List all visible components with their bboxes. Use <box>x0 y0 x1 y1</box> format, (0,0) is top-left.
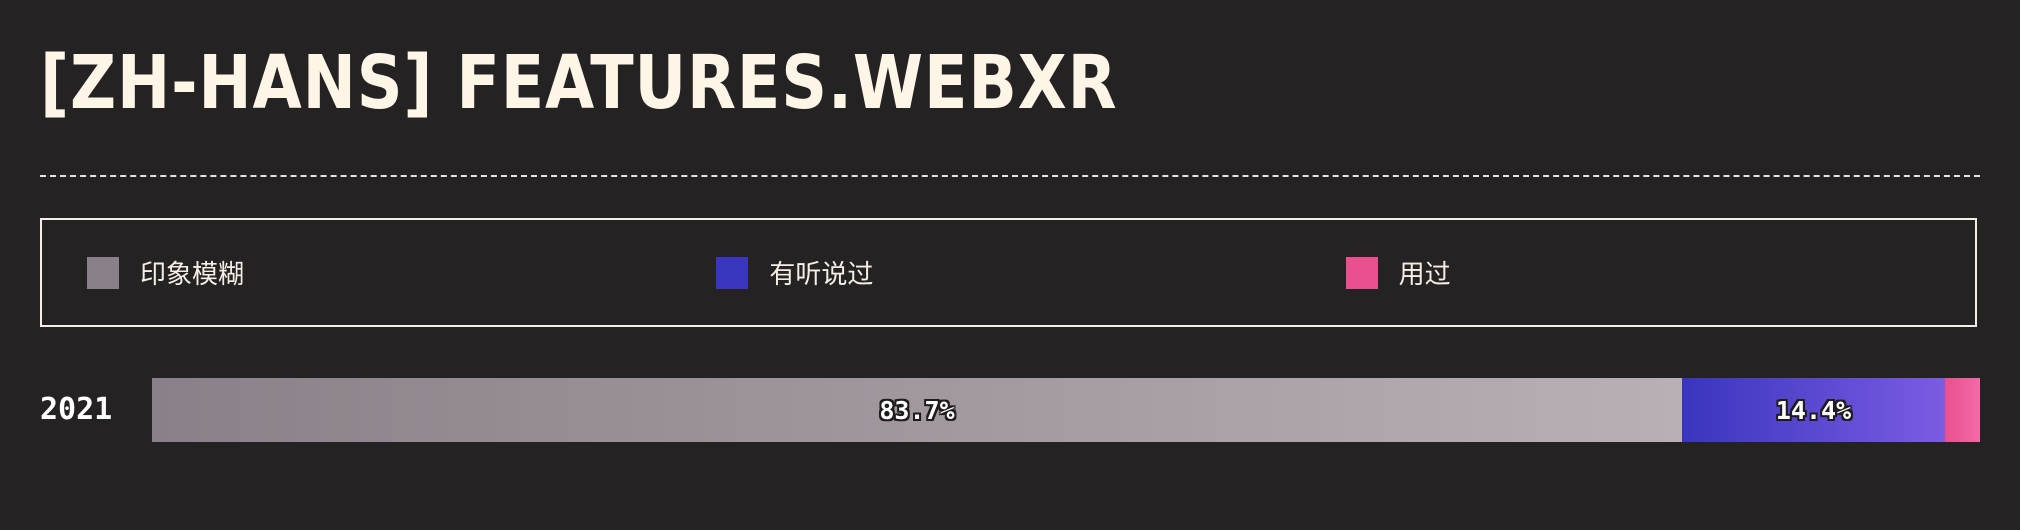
legend-swatch <box>1345 256 1378 289</box>
dashed-divider <box>40 175 1980 177</box>
legend-label: 印象模糊 <box>140 260 245 290</box>
bar-segment-1[interactable]: 83.7% <box>152 378 1682 442</box>
bar-segment-2[interactable]: 14.4% <box>1682 378 1945 442</box>
bar-value-label: 14.4% <box>1775 395 1852 425</box>
bar-segment-3[interactable] <box>1945 378 1980 442</box>
legend-item-heard[interactable]: 有听说过 <box>716 254 1345 291</box>
legend-item-aware[interactable]: 印象模糊 <box>87 254 716 291</box>
legend: 印象模糊 有听说过 用过 <box>40 218 1977 327</box>
legend-swatch <box>87 256 119 289</box>
legend-item-used[interactable]: 用过 <box>1345 254 1975 291</box>
bar-value-label: 83.7% <box>879 395 955 425</box>
stacked-bar: 83.7% 14.4% <box>152 378 1980 442</box>
legend-label: 有听说过 <box>769 260 874 290</box>
legend-label: 用过 <box>1398 260 1451 290</box>
legend-swatch <box>716 256 749 289</box>
year-label: 2021 <box>40 392 113 427</box>
chart-title: [ZH-HANS] FEATURES.WEBXR <box>40 40 1118 126</box>
